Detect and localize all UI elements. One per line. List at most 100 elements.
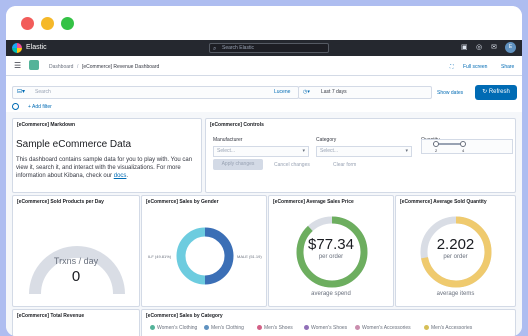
full-screen-link[interactable]: Full screen bbox=[463, 64, 487, 70]
maximize-window-button[interactable] bbox=[61, 17, 74, 30]
dashboard-app-icon bbox=[29, 60, 39, 70]
manufacturer-select[interactable]: Select... ▾ bbox=[213, 146, 309, 157]
search-placeholder: Search Elastic bbox=[222, 45, 254, 51]
category-select[interactable]: Select... ▾ bbox=[316, 146, 412, 157]
legend-label: Women's Accessories bbox=[362, 325, 411, 331]
controls-panel: [eCommerce] Controls Manufacturer Select… bbox=[205, 118, 516, 193]
menu-icon[interactable]: ☰ bbox=[14, 61, 21, 70]
legend-label: Men's Shoes bbox=[264, 325, 293, 331]
range-max-value: 4 bbox=[462, 148, 465, 153]
female-slice-label: ILF (49.81%) bbox=[148, 254, 172, 259]
legend-swatch-icon bbox=[257, 325, 262, 331]
legend-item[interactable]: Women's Accessories bbox=[355, 325, 411, 331]
global-search-input[interactable]: ⌕ Search Elastic bbox=[209, 43, 329, 53]
gauge-sub-label: per order bbox=[318, 254, 344, 260]
markdown-heading: Sample eCommerce Data bbox=[16, 139, 132, 150]
refresh-label: Refresh bbox=[488, 89, 510, 95]
legend-label: Men's Accessories bbox=[431, 325, 473, 331]
male-slice[interactable] bbox=[204, 227, 234, 285]
legend-swatch-icon bbox=[355, 325, 360, 331]
window-titlebar bbox=[6, 6, 522, 40]
breadcrumb-current: [eCommerce] Revenue Dashboard bbox=[82, 64, 160, 70]
show-dates-link[interactable]: Show dates bbox=[437, 90, 463, 96]
breadcrumb-dashboard[interactable]: Dashboard bbox=[49, 64, 73, 70]
top-navigation: Elastic ⌕ Search Elastic ▣ ◎ ✉ E bbox=[6, 40, 522, 56]
help-icon[interactable]: ◎ bbox=[476, 43, 482, 51]
share-link[interactable]: Share bbox=[501, 64, 514, 70]
slider-min-handle[interactable] bbox=[433, 141, 439, 147]
close-window-button[interactable] bbox=[21, 17, 34, 30]
legend-swatch-icon bbox=[304, 325, 309, 331]
query-input[interactable]: ⊟▾ Search Lucene bbox=[12, 86, 299, 99]
brand-name: Elastic bbox=[26, 44, 47, 51]
panel-title: [eCommerce] Controls bbox=[210, 122, 264, 128]
legend-item[interactable]: Men's Accessories bbox=[424, 325, 472, 331]
legend-item[interactable]: Men's Shoes bbox=[257, 325, 293, 331]
date-picker[interactable]: ◷▾ Last 7 days bbox=[298, 86, 432, 99]
full-screen-icon[interactable]: ⛶ bbox=[450, 64, 454, 70]
markdown-body: This dashboard contains sample data for … bbox=[16, 156, 199, 180]
sales-by-gender-panel: [eCommerce] Sales by Gender ILF (49.81%)… bbox=[141, 195, 267, 307]
legend-item[interactable]: Men's Clothing bbox=[204, 325, 244, 331]
donut-chart bbox=[176, 227, 234, 285]
gauge-label: Trxns / day bbox=[53, 256, 99, 266]
legend-item[interactable]: Women's Clothing bbox=[150, 325, 197, 331]
gauge-label: average spend bbox=[311, 291, 351, 297]
notifications-icon[interactable]: ✉ bbox=[491, 43, 497, 51]
gauge-sub-label: per order bbox=[443, 254, 468, 260]
manufacturer-label: Manufacturer bbox=[213, 137, 243, 143]
saved-query-icon[interactable]: ⊟▾ bbox=[17, 87, 25, 98]
chevron-down-icon: ▾ bbox=[302, 148, 305, 154]
news-icon[interactable]: ▣ bbox=[461, 43, 468, 51]
markdown-text: This dashboard contains sample data for … bbox=[16, 157, 193, 179]
quantity-range-slider[interactable]: 2 4 bbox=[421, 139, 513, 154]
category-label: Category bbox=[316, 137, 337, 143]
chevron-down-icon: ▾ bbox=[405, 148, 408, 154]
query-language-toggle[interactable]: Lucene bbox=[274, 87, 290, 98]
legend-label: Women's Clothing bbox=[157, 325, 198, 331]
legend-label: Women's Shoes bbox=[311, 325, 348, 331]
average-sold-quantity-panel: [eCommerce] Average Sold Quantity 2.202 … bbox=[395, 195, 516, 307]
markdown-text-end: . bbox=[126, 173, 129, 179]
docs-link[interactable]: docs bbox=[114, 173, 127, 179]
female-slice[interactable] bbox=[176, 227, 206, 285]
add-filter-link[interactable]: + Add filter bbox=[28, 104, 52, 110]
manufacturer-placeholder: Select... bbox=[217, 148, 236, 154]
legend-swatch-icon bbox=[424, 325, 429, 331]
refresh-icon: ↻ bbox=[482, 89, 489, 95]
user-avatar[interactable]: E bbox=[505, 42, 516, 53]
legend-swatch-icon bbox=[204, 325, 209, 331]
category-placeholder: Select... bbox=[320, 148, 339, 154]
breadcrumb-bar: ☰ Dashboard / [eCommerce] Revenue Dashbo… bbox=[6, 56, 522, 76]
clear-form-button[interactable]: Clear form bbox=[333, 162, 356, 168]
elastic-logo-icon[interactable] bbox=[12, 43, 22, 53]
date-range-text: Last 7 days bbox=[321, 89, 347, 95]
search-icon: ⌕ bbox=[213, 46, 217, 52]
gauge-value: 2.202 bbox=[436, 236, 475, 253]
query-bar: ⊟▾ Search Lucene ◷▾ Last 7 days Show dat… bbox=[6, 76, 522, 112]
cancel-changes-button[interactable]: Cancel changes bbox=[274, 162, 310, 168]
calendar-icon[interactable]: ◷▾ bbox=[303, 87, 310, 98]
slider-max-handle[interactable] bbox=[460, 141, 466, 147]
markdown-panel: [eCommerce] Markdown Sample eCommerce Da… bbox=[12, 118, 202, 193]
panel-title: [eCommerce] Total Revenue bbox=[17, 313, 85, 319]
total-revenue-panel: [eCommerce] Total Revenue bbox=[12, 309, 140, 336]
query-placeholder: Search bbox=[35, 89, 51, 95]
browser-window: Elastic ⌕ Search Elastic ▣ ◎ ✉ E ☰ Dashb… bbox=[6, 6, 522, 336]
minimize-window-button[interactable] bbox=[41, 17, 54, 30]
legend-label: Men's Clothing bbox=[211, 325, 244, 331]
gauge-label: average items bbox=[436, 291, 475, 297]
breadcrumb-separator: / bbox=[77, 64, 79, 70]
sales-by-category-panel: [eCommerce] Sales by Category Women's Cl… bbox=[141, 309, 516, 336]
panel-title: [eCommerce] Sales by Category bbox=[146, 313, 223, 319]
legend-item[interactable]: Women's Shoes bbox=[304, 325, 347, 331]
gauge-value: $77.34 bbox=[308, 236, 354, 253]
filter-options-icon[interactable] bbox=[12, 103, 19, 110]
range-min-value: 2 bbox=[435, 148, 438, 153]
average-sales-price-panel: [eCommerce] Average Sales Price $77.34 p… bbox=[268, 195, 394, 307]
refresh-button[interactable]: ↻ Refresh bbox=[475, 85, 517, 100]
male-slice-label: MALE (51.19) bbox=[237, 254, 262, 259]
apply-changes-button[interactable]: Apply changes bbox=[213, 159, 263, 170]
gauge-value: 0 bbox=[71, 268, 81, 285]
legend-swatch-icon bbox=[150, 325, 155, 331]
